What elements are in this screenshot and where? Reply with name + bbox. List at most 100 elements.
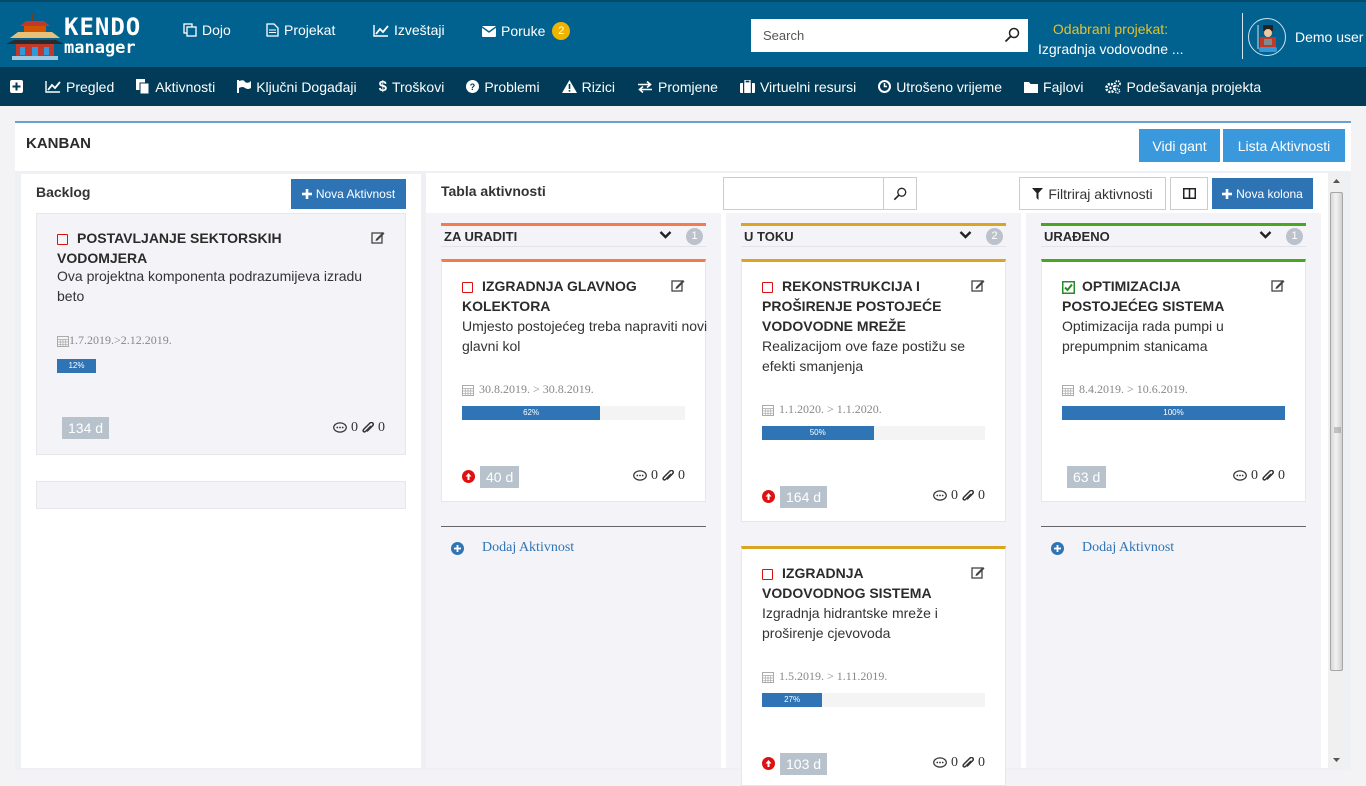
activity-card[interactable]: IZGRADNJA GLAVNOG KOLEKTORA Umjesto post… [441, 259, 707, 502]
card-title: IZGRADNJA GLAVNOG KOLEKTORA [462, 278, 637, 314]
comment-icon[interactable] [933, 490, 947, 502]
subnav-problemi-label: Problemi [484, 78, 540, 95]
progress-bar: 12% [57, 359, 96, 373]
scroll-down-icon[interactable] [1332, 757, 1341, 763]
top-bar: KENDO manager Dojo Projekat Izveštaji Po… [0, 0, 1366, 67]
card-dates-text: 1.5.2019. > 1.11.2019. [779, 669, 888, 683]
comment-count: 0 [951, 755, 958, 770]
column-header-za-uraditi[interactable]: ZA URADITI 1 [441, 223, 706, 247]
filter-activities-label: Filtriraj aktivnosti [1048, 185, 1153, 202]
question-circle-icon: ? [466, 80, 480, 93]
subnav-virtuelni-resursi-label: Virtuelni resursi [759, 78, 857, 95]
subnav-rizici-label: Rizici [581, 78, 616, 95]
card-description: Optimizacija rada pumpi u prepumpnim sta… [1062, 318, 1224, 354]
nav-poruke[interactable]: Poruke 2 [482, 22, 571, 40]
paperclip-icon[interactable] [962, 489, 974, 503]
global-search-input[interactable] [751, 19, 1028, 52]
column-divider [1041, 526, 1306, 527]
activity-card[interactable]: REKONSTRUKCIJA I PROŠIRENJE POSTOJEĆE VO… [741, 259, 1006, 522]
activity-list-button[interactable]: Lista Aktivnosti [1223, 129, 1345, 162]
attachment-count: 0 [978, 488, 985, 503]
messages-count-badge: 2 [552, 22, 571, 40]
search-icon[interactable] [1004, 27, 1020, 43]
comment-count: 0 [951, 488, 958, 503]
activity-card[interactable]: IZGRADNJA VODOVODNOG SISTEMA Izgradnja h… [741, 546, 1006, 786]
comment-icon[interactable] [633, 470, 647, 482]
edit-icon[interactable] [1271, 278, 1285, 292]
attachment-count: 0 [1278, 468, 1285, 483]
plus-circle-icon [451, 541, 464, 555]
card-title: OPTIMIZACIJA POSTOJEĆEG SISTEMA [1062, 278, 1225, 314]
subnav-rizici[interactable]: Rizici [561, 78, 616, 95]
toggle-columns-button[interactable] [1170, 177, 1208, 210]
nav-dojo[interactable]: Dojo [183, 22, 231, 38]
global-search [751, 19, 1028, 52]
column-header-u-toku[interactable]: U TOKU 2 [741, 223, 1006, 247]
card-description: Izgradnja hidrantske mreže i proširenje … [762, 605, 938, 641]
subnav-kljucni-dogadjaji-label: Ključni Događaji [256, 78, 357, 95]
chevron-down-icon[interactable] [1259, 230, 1272, 240]
activity-card[interactable]: OPTIMIZACIJA POSTOJEĆEG SISTEMA Optimiza… [1041, 259, 1306, 502]
subnav-fajlovi[interactable]: Fajlovi [1024, 79, 1083, 95]
edit-icon[interactable] [971, 278, 985, 292]
subnav-problemi[interactable]: ? Problemi [466, 78, 540, 95]
view-gantt-button[interactable]: Vidi gant [1139, 129, 1220, 162]
comment-icon[interactable] [333, 422, 347, 434]
card-title: POSTAVLJANJE SEKTORSKIH VODOMJERA [57, 230, 282, 266]
user-avatar[interactable] [1248, 18, 1286, 56]
comment-count: 0 [1251, 468, 1258, 483]
subnav-promjene[interactable]: Promjene [637, 79, 718, 95]
filter-icon [1032, 187, 1044, 200]
subnav-troskovi[interactable]: $ Troškovi [379, 78, 445, 95]
nav-projekat[interactable]: Projekat [266, 22, 335, 38]
filter-activities-button[interactable]: Filtriraj aktivnosti [1019, 177, 1166, 210]
edit-icon[interactable] [671, 278, 685, 292]
comment-icon[interactable] [933, 757, 947, 769]
progress-label: 50% [809, 428, 826, 437]
backlog-drop-zone[interactable] [36, 481, 406, 509]
grip-icon [1334, 427, 1341, 433]
card-dates: 8.4.2019. > 10.6.2019. [1062, 382, 1188, 397]
chevron-down-icon[interactable] [959, 230, 972, 240]
duration-badge: 63 d [1067, 466, 1107, 488]
user-name[interactable]: Demo user [1295, 29, 1363, 45]
subnav-kljucni-dogadjaji[interactable]: Ključni Događaji [237, 78, 357, 95]
paperclip-icon[interactable] [1262, 469, 1274, 483]
duration-badge: 134 d [62, 417, 110, 439]
board-search-input[interactable] [724, 178, 882, 209]
calendar-icon [462, 384, 474, 396]
comment-icon[interactable] [1233, 470, 1247, 482]
paperclip-icon[interactable] [362, 421, 374, 435]
nav-izvestaji[interactable]: Izveštaji [373, 22, 445, 38]
card-dates: 1.5.2019. > 1.11.2019. [762, 669, 887, 684]
subnav-aktivnosti[interactable]: Aktivnosti [136, 79, 215, 95]
add-activity-link-uradjeno[interactable]: Dodaj Aktivnost [1051, 540, 1174, 556]
subnav-utroseno-vrijeme[interactable]: Utrošeno vrijeme [878, 79, 1002, 95]
board-scrollbar[interactable] [1329, 173, 1344, 768]
subnav-virtuelni-resursi[interactable]: Virtuelni resursi [739, 78, 857, 95]
backlog-card[interactable]: POSTAVLJANJE SEKTORSKIH VODOMJERA Ova pr… [36, 213, 406, 455]
kendo-manager-logo[interactable]: KENDO manager [4, 12, 154, 62]
column-header-uradjeno[interactable]: URAĐENO 1 [1041, 223, 1306, 247]
subnav-podesavanja-projekta[interactable]: Podešavanja projekta [1105, 79, 1261, 95]
high-priority-icon [462, 470, 475, 483]
card-meta: 0 0 [1233, 468, 1285, 484]
new-activity-button[interactable]: Nova Aktivnost [291, 179, 406, 209]
paperclip-icon[interactable] [662, 469, 674, 483]
scroll-up-icon[interactable] [1332, 178, 1341, 184]
add-activity-link-za-uraditi[interactable]: Dodaj Aktivnost [451, 540, 574, 556]
progress-bar: 62% [462, 406, 685, 420]
comment-count: 0 [351, 420, 358, 435]
subnav-add[interactable] [10, 80, 23, 93]
chevron-down-icon[interactable] [659, 230, 672, 240]
selected-project[interactable]: Odabrani projekat: Izgradnja vodovodne .… [1038, 19, 1184, 59]
column-name: ZA URADITI [444, 229, 518, 244]
board-search-button[interactable] [883, 177, 917, 210]
folder-icon [1024, 81, 1039, 93]
new-column-button[interactable]: Nova kolona [1212, 178, 1313, 209]
edit-icon[interactable] [971, 565, 985, 579]
scrollbar-thumb[interactable] [1330, 192, 1343, 671]
edit-icon[interactable] [371, 230, 385, 244]
board-title: Tabla aktivnosti [441, 183, 546, 199]
subnav-pregled[interactable]: Pregled [45, 79, 114, 95]
